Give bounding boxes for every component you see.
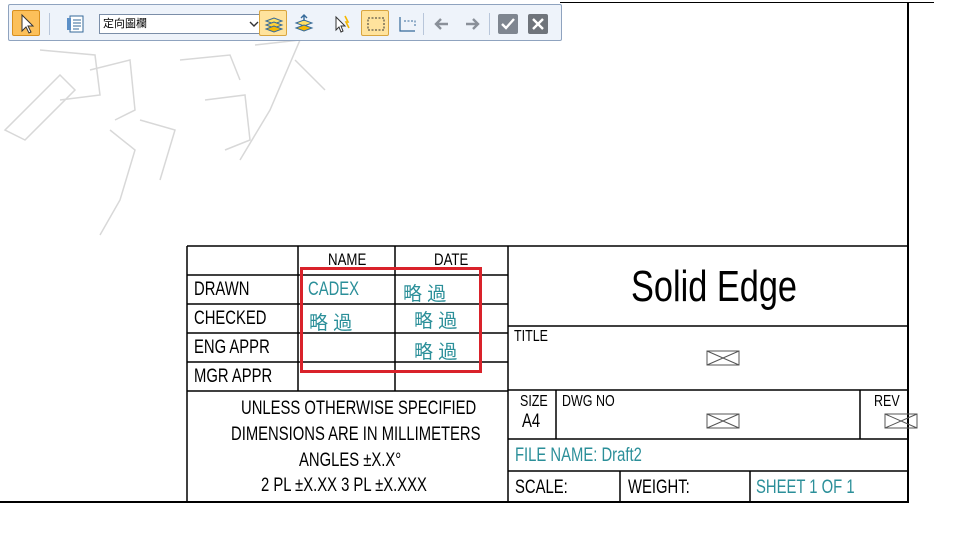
rev-label: REV	[874, 393, 900, 410]
note-line: UNLESS OTHERWISE SPECIFIED	[241, 398, 477, 419]
view-dropdown-value: 定向圖欄	[103, 17, 147, 30]
dwg-label: DWG NO	[562, 393, 615, 410]
back-button[interactable]	[427, 10, 455, 36]
layers-stacked-button[interactable]	[259, 10, 287, 36]
company-name: Solid Edge	[631, 262, 798, 311]
list-icon	[67, 15, 84, 33]
sheet-bottom-border	[0, 501, 909, 503]
arrow-right-icon	[466, 18, 480, 30]
row-eng-label: ENG APPR	[194, 337, 270, 358]
toolbar-separator	[49, 13, 50, 35]
size-label: SIZE	[520, 393, 548, 410]
select-arrow-icon	[21, 13, 35, 34]
note-line: DIMENSIONS ARE IN MILLIMETERS	[231, 424, 481, 445]
forward-button[interactable]	[457, 10, 485, 36]
accept-button[interactable]	[493, 10, 521, 36]
select-arrow-button[interactable]	[12, 10, 40, 36]
note-line: 2 PL ±X.XX 3 PL ±X.XXX	[261, 475, 427, 496]
toolbar-separator	[423, 13, 424, 35]
line-select-icon	[399, 17, 416, 32]
select-toolbar: 定向圖欄	[8, 4, 562, 41]
rev-placeholder-icon[interactable]	[884, 413, 918, 429]
smart-select-button[interactable]	[327, 10, 355, 36]
sheet-field[interactable]: SHEET 1 OF 1	[756, 477, 855, 499]
weight-label: WEIGHT:	[628, 477, 690, 498]
close-icon	[528, 14, 548, 34]
cancel-button[interactable]	[523, 10, 551, 36]
checkmark-icon	[498, 14, 518, 34]
arrow-left-icon	[434, 18, 448, 30]
layers-up-icon	[294, 14, 314, 32]
view-dropdown[interactable]: 定向圖欄	[99, 14, 263, 34]
sheet-top-border	[560, 2, 934, 3]
toolbar-separator	[489, 13, 490, 35]
row-checked-label: CHECKED	[194, 308, 267, 329]
smart-select-icon	[335, 15, 350, 33]
title-placeholder-icon[interactable]	[706, 350, 740, 366]
row-mgr-label: MGR APPR	[194, 366, 273, 387]
layers-stacked-icon	[264, 17, 284, 33]
rect-select-button[interactable]	[361, 10, 389, 36]
note-line: ANGLES ±X.X°	[299, 450, 402, 471]
file-name-field[interactable]: FILE NAME: Draft2	[515, 445, 642, 467]
rect-select-icon	[367, 17, 385, 31]
line-select-button[interactable]	[392, 10, 420, 36]
highlight-box	[300, 267, 482, 373]
size-value: A4	[522, 411, 541, 432]
title-label: TITLE	[514, 328, 548, 345]
layers-up-button[interactable]	[289, 10, 317, 36]
scale-label: SCALE:	[515, 477, 568, 498]
row-drawn-label: DRAWN	[194, 279, 250, 300]
properties-button[interactable]	[61, 10, 89, 36]
dwg-placeholder-icon[interactable]	[706, 413, 740, 429]
